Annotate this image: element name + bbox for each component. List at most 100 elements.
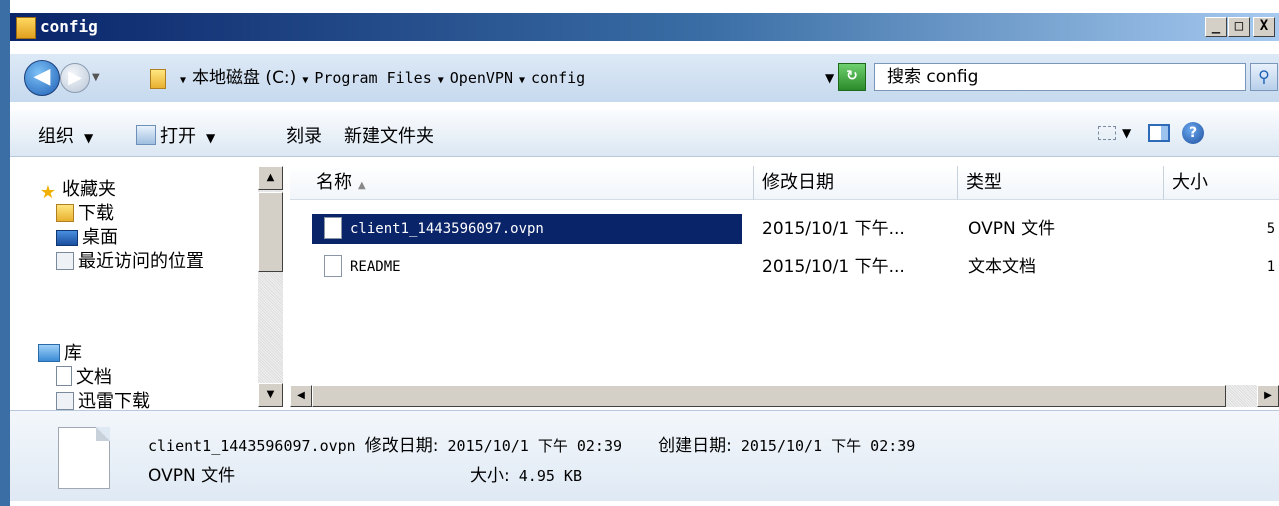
recent-places-icon [56, 252, 74, 270]
desktop-icon [56, 230, 78, 246]
column-label: 大小 [1172, 172, 1208, 193]
nav-item-documents[interactable]: 文档 [56, 363, 112, 389]
download-icon [56, 392, 74, 410]
nav-label: 文档 [76, 367, 112, 388]
file-type: 文本文档 [968, 257, 1036, 277]
file-size: 1 K [1266, 259, 1279, 275]
download-folder-icon [56, 204, 74, 222]
nav-item-desktop[interactable]: 桌面 [56, 223, 118, 249]
organize-button[interactable]: 组织 ▼ [38, 122, 93, 148]
back-button[interactable]: ◀ [24, 60, 60, 96]
file-modified: 2015/10/1 下午... [762, 257, 905, 277]
file-name-cell[interactable]: README [312, 252, 742, 282]
star-icon: ★ [39, 182, 57, 203]
details-created-value: 2015/10/1 下午 02:39 [740, 437, 916, 455]
scroll-down-button[interactable]: ▼ [258, 383, 283, 407]
details-type: OVPN 文件 [148, 466, 236, 486]
details-filename: client1_1443596097.ovpn [148, 437, 356, 455]
column-header-size[interactable]: 大小 [1164, 166, 1279, 200]
file-type: OVPN 文件 [968, 219, 1056, 239]
address-bar: ◀ ▶ ▼ ▼ 本地磁盘 (C:) ▼ Program Files ▼ OpenVPN ▼ c… [10, 54, 1279, 102]
folder-icon [16, 17, 36, 39]
refresh-button[interactable]: ↻ [838, 63, 866, 91]
details-modified-value: 2015/10/1 下午 02:39 [447, 437, 623, 455]
search-icon[interactable]: ⚲ [1250, 63, 1278, 91]
column-header-modified[interactable]: 修改日期 [754, 166, 958, 200]
details-pane: client1_1443596097.ovpn 修改日期: 2015/10/1 … [10, 410, 1279, 501]
library-icon [38, 344, 60, 362]
chevron-down-icon: ▼ [206, 131, 216, 145]
file-list-horizontal-scrollbar[interactable]: ◀ ▶ [290, 385, 1279, 407]
preview-pane-icon[interactable] [1148, 124, 1170, 142]
chevron-down-icon[interactable]: ▼ [302, 75, 308, 86]
window-title: config [40, 17, 98, 36]
file-row[interactable]: README 2015/10/1 下午... 文本文档 1 K [312, 252, 1279, 282]
document-icon [56, 366, 72, 386]
minimize-button[interactable]: _ [1205, 17, 1227, 37]
chevron-down-icon[interactable]: ▼ [519, 75, 525, 86]
help-icon[interactable]: ? [1182, 122, 1204, 144]
file-name: README [350, 259, 401, 275]
column-header-type[interactable]: 类型 [958, 166, 1164, 200]
command-bar: 组织 ▼ 打开 ▼ 刻录 新建文件夹 ▼ ? [10, 110, 1279, 157]
nav-item-downloads[interactable]: 下载 [56, 199, 114, 225]
breadcrumb-openvpn[interactable]: OpenVPN [450, 69, 513, 87]
forward-button[interactable]: ▶ [60, 63, 90, 93]
organize-label: 组织 [38, 126, 74, 147]
breadcrumb-config[interactable]: config [531, 69, 585, 87]
text-file-icon [324, 255, 342, 277]
scroll-right-button[interactable]: ▶ [1257, 385, 1279, 407]
explorer-window: config _ □ X ◀ ▶ ▼ ▼ 本地磁盘 (C:) ▼ Program Fi… [0, 0, 1279, 506]
open-label: 打开 [160, 126, 196, 147]
details-size: 大小: 4.95 KB [470, 461, 582, 486]
scroll-thumb[interactable] [258, 192, 283, 272]
window-left-border [0, 0, 10, 506]
nav-item-favorites[interactable]: ★ 收藏夹 [38, 175, 116, 203]
details-size-value: 4.95 KB [518, 467, 582, 485]
title-bar[interactable]: config _ □ X [10, 13, 1279, 41]
close-button[interactable]: X [1253, 17, 1275, 37]
nav-item-recent[interactable]: 最近访问的位置 [56, 247, 204, 273]
breadcrumb[interactable]: ▼ 本地磁盘 (C:) ▼ Program Files ▼ OpenVPN ▼ config [150, 66, 850, 90]
navigation-pane: ★ 收藏夹 下载 桌面 最近访问的位置 库 文档 迅雷下载 [10, 157, 285, 412]
details-created-label: 创建日期: [658, 436, 732, 456]
details-modified-label: 修改日期: [364, 436, 439, 456]
scroll-up-button[interactable]: ▲ [258, 166, 283, 190]
file-list: 名称 ▲ 修改日期 类型 大小 client1_1443596097.ovpn 2… [290, 166, 1279, 407]
nav-label: 收藏夹 [62, 179, 116, 200]
nav-label: 下载 [78, 203, 114, 224]
scroll-left-button[interactable]: ◀ [290, 385, 312, 407]
new-folder-button[interactable]: 新建文件夹 [344, 122, 434, 148]
chevron-down-icon[interactable]: ▼ [438, 75, 444, 86]
nav-scrollbar[interactable]: ▲ ▼ [258, 166, 283, 407]
file-name: client1_1443596097.ovpn [350, 221, 544, 237]
nav-label: 最近访问的位置 [78, 251, 204, 272]
file-size: 5 K [1266, 221, 1279, 237]
nav-label: 库 [64, 343, 82, 364]
view-icon[interactable] [1098, 126, 1116, 140]
file-icon [324, 217, 342, 239]
chevron-down-icon[interactable]: ▼ [180, 75, 186, 86]
column-label: 名称 [316, 172, 352, 193]
breadcrumb-local-disk[interactable]: 本地磁盘 (C:) [192, 68, 296, 88]
column-header-name[interactable]: 名称 ▲ [290, 166, 754, 200]
recent-pages-dropdown[interactable]: ▼ [92, 72, 100, 83]
chevron-down-icon[interactable]: ▼ [1122, 126, 1131, 140]
burn-button[interactable]: 刻录 [286, 122, 322, 148]
nav-label: 桌面 [82, 227, 118, 248]
file-row[interactable]: client1_1443596097.ovpn 2015/10/1 下午... … [312, 214, 1279, 244]
address-dropdown[interactable]: ▼ [825, 71, 834, 85]
breadcrumb-program-files[interactable]: Program Files [314, 69, 431, 87]
nav-item-libraries[interactable]: 库 [38, 339, 82, 365]
open-button[interactable]: 打开 ▼ [136, 122, 215, 148]
file-preview-icon [58, 427, 110, 489]
chevron-down-icon: ▼ [84, 131, 94, 145]
search-input[interactable]: 搜索 config [874, 63, 1246, 91]
file-name-cell[interactable]: client1_1443596097.ovpn [312, 214, 742, 244]
details-line-1: client1_1443596097.ovpn 修改日期: 2015/10/1 … [148, 431, 915, 456]
scroll-thumb[interactable] [312, 385, 1226, 407]
column-label: 类型 [966, 172, 1002, 193]
sort-ascending-icon: ▲ [358, 180, 366, 191]
open-icon [136, 125, 156, 145]
maximize-button[interactable]: □ [1228, 17, 1250, 37]
